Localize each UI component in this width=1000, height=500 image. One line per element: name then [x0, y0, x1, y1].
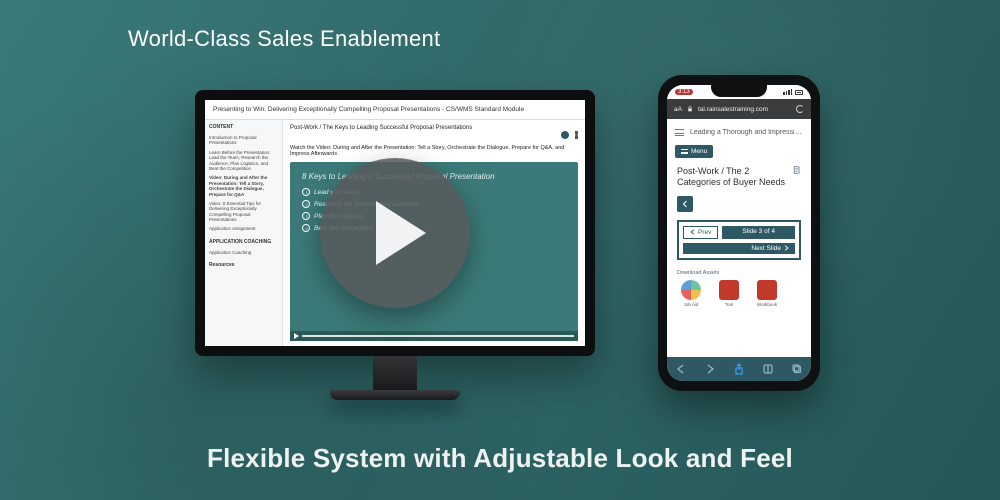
menu-button-label: Menu — [691, 148, 707, 155]
url-domain: tal.rainsalestraining.com — [698, 106, 791, 113]
download-item[interactable]: Job Aid — [677, 280, 705, 307]
svg-text:1: 1 — [305, 191, 307, 195]
video-play-button[interactable] — [320, 158, 470, 308]
badge-icon — [561, 131, 569, 139]
mobile-page-title: Leading a Thorough and Impressiv… — [690, 129, 803, 136]
video-controls[interactable] — [290, 331, 578, 341]
sidebar-item[interactable]: Learn Before the Presentation: Lead the … — [209, 149, 278, 173]
instruction-text: Watch the Video: During and After the Pr… — [290, 145, 578, 157]
share-icon[interactable] — [733, 363, 745, 375]
lock-icon — [687, 106, 693, 112]
page-title: Presenting to Win: Delivering Exceptiona… — [205, 100, 585, 120]
play-icon[interactable] — [294, 333, 299, 339]
pdf-icon — [757, 280, 777, 300]
bookmarks-icon[interactable] — [762, 363, 774, 375]
back-icon[interactable] — [675, 363, 687, 375]
sidebar-item[interactable]: Introduction to Proposal Presentations — [209, 134, 278, 147]
tagline: Flexible System with Adjustable Look and… — [0, 443, 1000, 474]
download-item[interactable]: Tool — [715, 280, 743, 307]
sidebar-item[interactable]: Application Assignment — [209, 225, 278, 232]
forward-icon[interactable] — [704, 363, 716, 375]
prev-slide-button[interactable]: Prev — [683, 226, 718, 239]
seek-track[interactable] — [302, 335, 574, 337]
lms-sidebar: CONTENT Introduction to Proposal Present… — [205, 120, 283, 346]
svg-text:4: 4 — [305, 227, 307, 231]
back-button[interactable] — [677, 196, 693, 212]
play-icon — [376, 201, 426, 265]
sidebar-section-header: CONTENT — [209, 124, 278, 132]
note-icon[interactable] — [793, 166, 801, 174]
downloads-label: Download Assets — [677, 270, 801, 276]
chevron-right-icon — [784, 245, 789, 251]
mobile-phone: 3:13 aA tal.rainsalestraining.com Leadin… — [658, 75, 820, 391]
hero-title: World-Class Sales Enablement — [128, 26, 440, 52]
slide-counter: Slide 3 of 4 — [722, 226, 795, 239]
content-title: Post-Work / The 2 Categories of Buyer Ne… — [677, 166, 801, 188]
status-signal-icon — [783, 89, 803, 95]
chevron-left-icon — [682, 200, 688, 208]
browser-url-bar[interactable]: aA tal.rainsalestraining.com — [667, 99, 811, 119]
reload-icon[interactable] — [796, 105, 804, 113]
monitor-stand-base — [330, 390, 460, 400]
download-item[interactable]: Workbook — [753, 280, 781, 307]
phone-bezel: 3:13 aA tal.rainsalestraining.com Leadin… — [658, 75, 820, 391]
tabs-icon[interactable] — [791, 363, 803, 375]
sidebar-section-header: APPLICATION COACHING — [209, 239, 278, 247]
safari-toolbar — [667, 357, 811, 381]
text-size-button[interactable]: aA — [674, 106, 682, 113]
mobile-content: Post-Work / The 2 Categories of Buyer Ne… — [667, 166, 811, 357]
svg-text:2: 2 — [304, 203, 307, 207]
monitor-stand-neck — [373, 356, 417, 390]
sidebar-item[interactable]: Application Coaching — [209, 249, 278, 256]
mobile-app-header: Leading a Thorough and Impressiv… — [667, 119, 811, 145]
svg-text:3: 3 — [305, 215, 307, 219]
hamburger-icon[interactable] — [675, 129, 684, 136]
sidebar-section-header: Resources — [209, 262, 278, 270]
hamburger-icon — [681, 149, 688, 154]
sidebar-item[interactable]: Video: During and After the Presentation… — [209, 174, 278, 198]
chevron-left-icon — [690, 229, 695, 235]
slide-navigator: Prev Slide 3 of 4 Next Slide — [677, 220, 801, 260]
pdf-icon — [719, 280, 739, 300]
next-slide-button[interactable]: Next Slide — [683, 243, 795, 254]
downloads-row: Job Aid Tool Workbook — [677, 280, 801, 307]
jobaid-icon — [681, 280, 701, 300]
menu-button[interactable]: Menu — [675, 145, 713, 158]
status-time: 3:13 — [675, 89, 693, 95]
mobile-lms-webapp: 3:13 aA tal.rainsalestraining.com Leadin… — [667, 85, 811, 381]
phone-notch — [711, 85, 767, 97]
sidebar-item[interactable]: Video: 8 Essential Tips for Delivering E… — [209, 200, 278, 224]
menu-icon[interactable] — [575, 131, 578, 139]
